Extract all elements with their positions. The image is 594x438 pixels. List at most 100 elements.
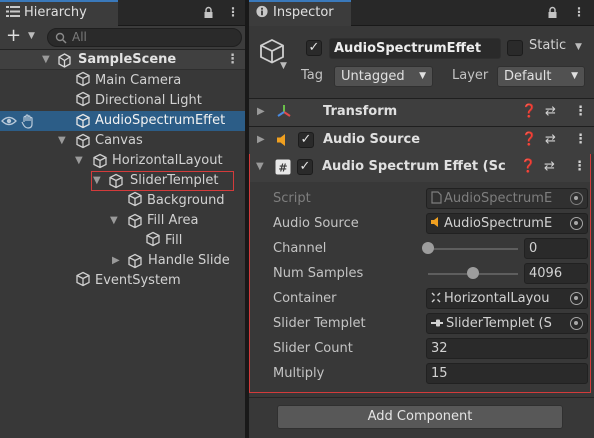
expand-arrow-icon[interactable]: ▼ — [75, 151, 83, 171]
presets-icon[interactable]: ⇄ — [544, 159, 555, 174]
num-samples-slider-knob[interactable] — [467, 267, 479, 279]
hierarchy-item-selected[interactable]: AudioSpectrumEffet — [0, 111, 245, 131]
expand-arrow-icon[interactable]: ▼ — [42, 50, 50, 70]
object-name-input[interactable]: AudioSpectrumEffet — [329, 38, 501, 59]
collapse-arrow-icon[interactable]: ▶ — [257, 106, 265, 117]
expand-arrow-icon[interactable]: ▼ — [256, 161, 264, 172]
object-picker-icon[interactable] — [570, 317, 583, 330]
pickable-hand-icon[interactable] — [21, 114, 35, 129]
channel-input[interactable]: 0 — [524, 238, 588, 259]
scene-name: SampleScene — [78, 52, 177, 67]
help-icon[interactable]: ❓ — [521, 104, 537, 119]
component-header-transform[interactable]: ▶ Transform ❓ ⇄ ⋮ — [249, 98, 594, 126]
component-header-audio-spectrum[interactable]: ▼ # ✓ Audio Spectrum Effet (Sc ❓ ⇄ ⋮ — [250, 154, 590, 182]
channel-slider-knob[interactable] — [422, 242, 434, 254]
slider-component-icon — [431, 319, 443, 327]
tab-hierarchy-label: Hierarchy — [24, 5, 87, 20]
help-icon[interactable]: ❓ — [520, 159, 536, 174]
lock-icon[interactable] — [547, 6, 558, 19]
hierarchy-item[interactable]: EventSystem — [75, 271, 181, 291]
transform-icon — [277, 105, 291, 117]
expand-arrow-icon[interactable]: ▼ — [58, 131, 66, 151]
gameobject-cube-icon — [128, 253, 142, 269]
gameobject-cube-icon — [146, 231, 160, 247]
component-enabled-checkbox[interactable]: ✓ — [298, 132, 314, 148]
component-menu-icon[interactable]: ⋮ — [574, 132, 587, 147]
container-value: HorizontalLayou — [444, 291, 550, 306]
hierarchy-tabbar: Hierarchy ⋮ — [0, 0, 245, 26]
num-samples-label: Num Samples — [273, 266, 364, 281]
slider-count-label: Slider Count — [273, 341, 353, 356]
collapse-arrow-icon[interactable]: ▶ — [112, 251, 120, 271]
hierarchy-item-label: Background — [147, 193, 225, 208]
component-menu-icon[interactable]: ⋮ — [573, 159, 586, 174]
layer-dropdown[interactable]: Default ▼ — [497, 66, 585, 87]
static-checkbox[interactable] — [507, 40, 523, 56]
container-field[interactable]: HorizontalLayou — [426, 288, 588, 309]
component-menu-icon[interactable]: ⋮ — [574, 104, 587, 119]
num-samples-input[interactable]: 4096 — [524, 263, 588, 284]
hierarchy-item-highlighted[interactable]: ▼ SliderTemplet — [91, 171, 234, 191]
collapse-arrow-icon[interactable]: ▶ — [257, 134, 265, 145]
script-value: AudioSpectrumE — [444, 191, 553, 206]
audio-source-value: AudioSpectrumE — [444, 216, 553, 231]
object-picker-icon[interactable] — [570, 292, 583, 305]
gameobject-cube-icon — [109, 173, 123, 189]
search-input[interactable]: All — [47, 28, 242, 47]
tag-value: Untagged — [341, 69, 405, 84]
unity-scene-icon — [58, 53, 71, 68]
hierarchy-item-label: SliderTemplet — [130, 173, 219, 188]
icon-dropdown-arrow-icon[interactable]: ▼ — [280, 61, 287, 71]
add-component-button[interactable]: Add Component — [277, 405, 563, 429]
info-circle-icon — [256, 5, 268, 18]
slider-templet-field[interactable]: SliderTemplet (S — [426, 313, 588, 334]
slider-count-input[interactable]: 32 — [426, 338, 588, 359]
hierarchy-item[interactable]: Fill — [145, 231, 182, 251]
audio-source-field[interactable]: AudioSpectrumE — [426, 213, 588, 234]
tag-dropdown[interactable]: Untagged ▼ — [334, 66, 433, 87]
active-checkbox[interactable]: ✓ — [306, 40, 322, 56]
gameobject-cube-icon — [128, 191, 142, 207]
lock-icon[interactable] — [203, 6, 214, 19]
component-header-audio-source[interactable]: ▶ ✓ Audio Source ❓ ⇄ ⋮ — [249, 126, 594, 154]
layer-label: Layer — [452, 68, 489, 83]
help-icon[interactable]: ❓ — [521, 132, 537, 147]
presets-icon[interactable]: ⇄ — [545, 132, 556, 147]
tab-inspector[interactable]: Inspector — [249, 0, 351, 26]
scene-row[interactable]: ▼ SampleScene ⋮ — [0, 50, 245, 70]
kebab-menu-icon[interactable]: ⋮ — [573, 5, 585, 19]
object-picker-icon[interactable] — [570, 217, 583, 230]
static-dropdown-icon[interactable]: ▼ — [575, 42, 582, 52]
hierarchy-item[interactable]: Directional Light — [75, 91, 202, 111]
multiply-input[interactable]: 15 — [426, 363, 588, 384]
expand-arrow-icon[interactable]: ▼ — [93, 171, 101, 191]
hierarchy-item[interactable]: Background — [127, 191, 225, 211]
hierarchy-item-label: Fill — [165, 233, 183, 248]
hierarchy-item[interactable]: Main Camera — [75, 71, 181, 91]
tab-hierarchy[interactable]: Hierarchy — [0, 0, 118, 26]
chevron-down-icon[interactable]: ▼ — [28, 31, 35, 41]
separator — [249, 397, 594, 398]
gameobject-cube-icon — [93, 153, 107, 169]
hierarchy-item[interactable]: ▶ Handle Slide — [112, 251, 242, 271]
object-picker-icon — [570, 192, 583, 205]
num-samples-value: 4096 — [529, 266, 563, 281]
script-field: AudioSpectrumE — [426, 188, 588, 209]
audio-speaker-icon — [431, 217, 438, 227]
layer-value: Default — [504, 69, 552, 84]
channel-slider-track[interactable] — [428, 248, 518, 250]
kebab-menu-icon[interactable]: ⋮ — [227, 5, 239, 19]
presets-icon[interactable]: ⇄ — [545, 104, 556, 119]
scene-menu-icon[interactable]: ⋮ — [226, 50, 239, 70]
slider-count-value: 32 — [431, 341, 448, 356]
search-placeholder: All — [72, 30, 87, 44]
expand-arrow-icon[interactable]: ▼ — [110, 211, 118, 231]
visibility-eye-icon[interactable] — [1, 115, 17, 127]
component-enabled-checkbox[interactable]: ✓ — [297, 159, 313, 175]
hierarchy-toolbar: + ▼ All — [0, 25, 245, 50]
hierarchy-item-label: Directional Light — [95, 93, 202, 108]
inspector-panel: Inspector ⋮ ▼ ✓ AudioSpectrumEffet Stati… — [249, 0, 594, 438]
add-button[interactable]: + — [6, 25, 21, 46]
script-label: Script — [273, 191, 311, 206]
slider-templet-label: Slider Templet — [273, 316, 366, 331]
